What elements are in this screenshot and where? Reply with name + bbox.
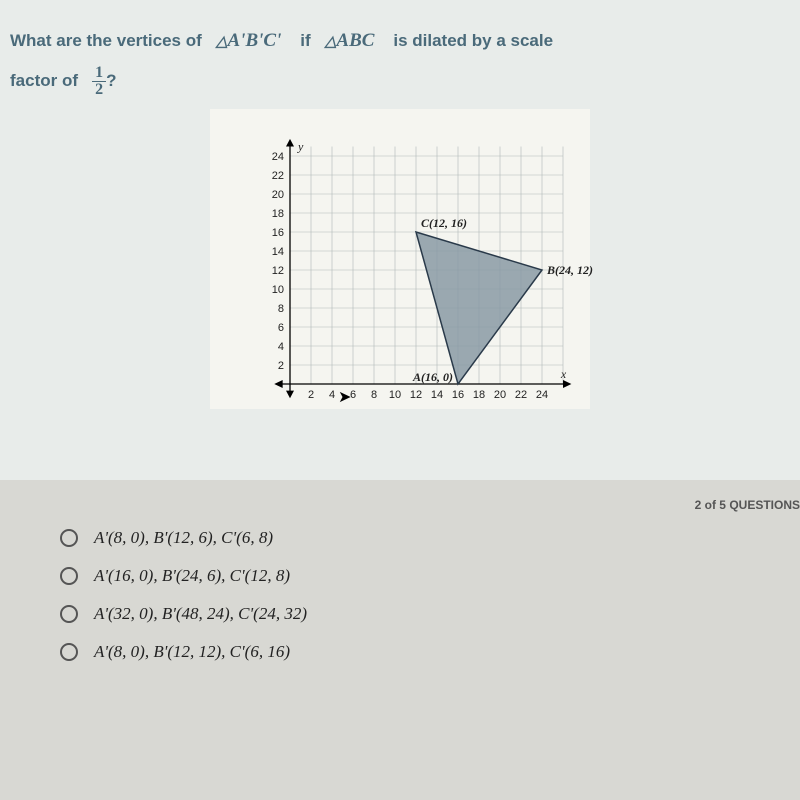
svg-text:A(16, 0): A(16, 0) (412, 370, 453, 384)
radio-icon[interactable] (60, 567, 78, 585)
answer-option-2[interactable]: A'(32, 0), B'(48, 24), C'(24, 32) (60, 604, 740, 624)
triangle-prime-expr: △A'B'C' (216, 30, 286, 51)
answer-option-0[interactable]: A'(8, 0), B'(12, 6), C'(6, 8) (60, 528, 740, 548)
option-text: A'(8, 0), B'(12, 12), C'(6, 16) (94, 642, 290, 662)
svg-text:22: 22 (272, 170, 284, 182)
options-list: A'(8, 0), B'(12, 6), C'(6, 8) A'(16, 0), … (60, 528, 740, 662)
svg-text:6: 6 (278, 322, 284, 334)
triangle-abc-expr: △ABC (325, 30, 379, 51)
q-text-3: is dilated by a scale (393, 31, 553, 50)
option-text: A'(32, 0), B'(48, 24), C'(24, 32) (94, 604, 307, 624)
svg-text:18: 18 (473, 389, 485, 401)
q-text-1: What are the vertices of (10, 31, 202, 50)
svg-text:14: 14 (272, 246, 284, 258)
svg-text:16: 16 (272, 227, 284, 239)
radio-icon[interactable] (60, 605, 78, 623)
svg-text:y: y (297, 140, 304, 154)
svg-text:16: 16 (452, 389, 464, 401)
answer-option-3[interactable]: A'(8, 0), B'(12, 12), C'(6, 16) (60, 642, 740, 662)
svg-text:8: 8 (278, 303, 284, 315)
svg-text:4: 4 (329, 389, 335, 401)
question-text: What are the vertices of △A'B'C' if △ABC… (10, 20, 790, 99)
fraction-half: 1 2 (92, 65, 106, 98)
svg-text:8: 8 (371, 389, 377, 401)
cursor-icon: ➤ (338, 387, 351, 407)
svg-text:C(12, 16): C(12, 16) (421, 216, 467, 230)
q-text-2: if (300, 31, 310, 50)
option-text: A'(8, 0), B'(12, 6), C'(6, 8) (94, 528, 273, 548)
coordinate-graph: 2468101214161820222424681012141618202224… (210, 109, 590, 409)
graph-svg: 2468101214161820222424681012141618202224… (250, 129, 610, 409)
svg-text:2: 2 (308, 389, 314, 401)
svg-text:20: 20 (494, 389, 506, 401)
svg-text:12: 12 (272, 265, 284, 277)
svg-text:20: 20 (272, 189, 284, 201)
svg-text:2: 2 (278, 360, 284, 372)
option-text: A'(16, 0), B'(24, 6), C'(12, 8) (94, 566, 290, 586)
question-panel: What are the vertices of △A'B'C' if △ABC… (0, 0, 800, 480)
svg-text:24: 24 (272, 151, 284, 163)
svg-text:x: x (560, 367, 567, 381)
question-counter: 2 of 5 QUESTIONS (695, 498, 800, 512)
graph-container: 2468101214161820222424681012141618202224… (10, 109, 790, 409)
radio-icon[interactable] (60, 643, 78, 661)
svg-text:24: 24 (536, 389, 548, 401)
svg-text:14: 14 (431, 389, 443, 401)
answer-option-1[interactable]: A'(16, 0), B'(24, 6), C'(12, 8) (60, 566, 740, 586)
svg-text:10: 10 (389, 389, 401, 401)
svg-text:10: 10 (272, 284, 284, 296)
radio-icon[interactable] (60, 529, 78, 547)
answer-panel: 2 of 5 QUESTIONS A'(8, 0), B'(12, 6), C'… (0, 480, 800, 800)
q-text-5: ? (106, 71, 116, 90)
svg-text:4: 4 (278, 341, 284, 353)
q-text-4: factor of (10, 71, 78, 90)
svg-text:18: 18 (272, 208, 284, 220)
svg-text:B(24, 12): B(24, 12) (546, 263, 593, 277)
svg-text:22: 22 (515, 389, 527, 401)
svg-text:12: 12 (410, 389, 422, 401)
